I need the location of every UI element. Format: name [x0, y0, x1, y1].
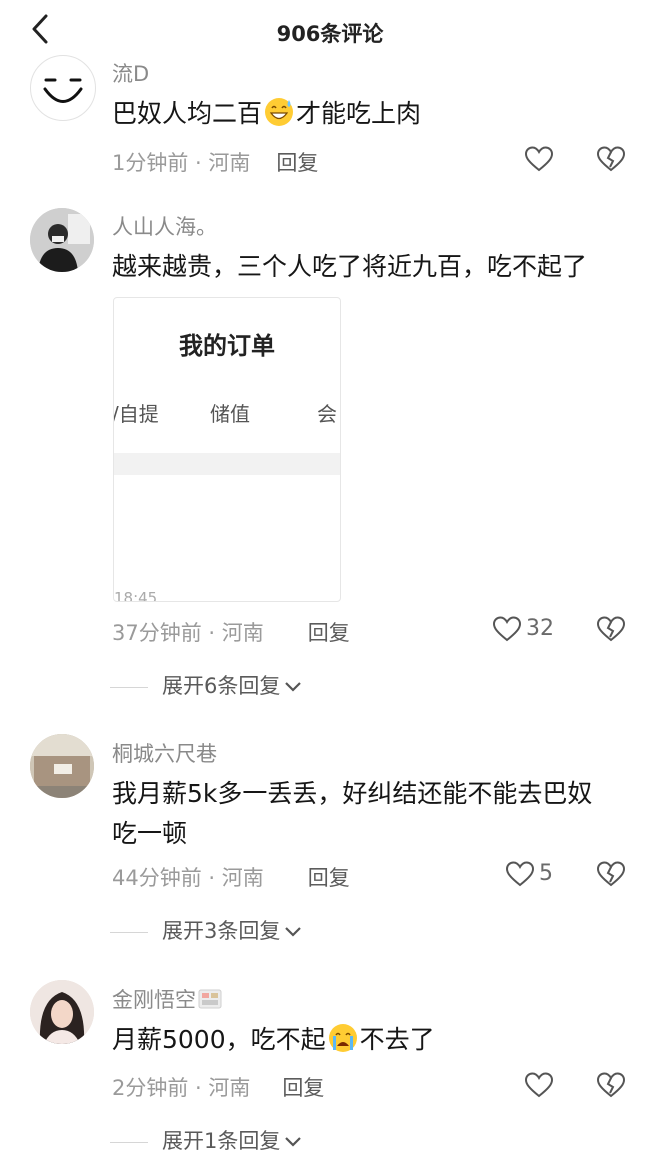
chevron-down-icon: [285, 682, 302, 692]
timestamp-location: 37分钟前 · 河南: [112, 621, 264, 645]
image-divider-band: [114, 453, 340, 475]
image-time: 18:45: [114, 589, 158, 602]
expand-replies-label: 展开1条回复: [162, 1129, 281, 1153]
top-bar: 906条评论: [0, 0, 660, 60]
avatar[interactable]: [30, 55, 96, 121]
username-text: 金刚悟空: [112, 988, 196, 1012]
comment-text-part: 才能吃上肉: [296, 99, 422, 128]
comment-text-part: 巴奴人均二百: [112, 99, 263, 128]
username[interactable]: 桐城六尺巷: [112, 738, 217, 768]
timestamp-location: 1分钟前 · 河南: [112, 151, 251, 175]
username[interactable]: 金刚悟空: [112, 984, 222, 1014]
timestamp-location: 44分钟前 · 河南: [112, 866, 264, 890]
username[interactable]: 人山人海。: [112, 211, 217, 241]
comment-meta: 37分钟前 · 河南 回复: [112, 617, 350, 647]
like-button[interactable]: 5: [506, 859, 596, 893]
like-button[interactable]: 32: [493, 614, 583, 648]
dislike-broken-heart-icon[interactable]: [597, 1072, 625, 1098]
comment-text-part: 月薪5000，吃不起: [112, 1025, 326, 1054]
chevron-down-icon: [285, 927, 302, 937]
heart-icon: [506, 861, 534, 887]
image-order-title: 我的订单: [179, 332, 275, 360]
comment-meta: 2分钟前 · 河南 回复: [112, 1072, 324, 1102]
image-tab: 会: [317, 402, 337, 426]
dislike-broken-heart-icon[interactable]: [597, 861, 625, 887]
comment-image[interactable]: 我的订单 /自提 储值 会 18:45: [113, 297, 341, 602]
grinning-sweat-emoji-icon: [265, 98, 294, 126]
heart-icon: [493, 616, 521, 642]
comment-meta: 44分钟前 · 河南 回复: [112, 862, 350, 892]
crying-emoji-icon: [328, 1024, 357, 1052]
avatar[interactable]: [30, 980, 94, 1044]
reply-button[interactable]: 回复: [308, 866, 350, 890]
comment-text: 越来越贵，三个人吃了将近九百，吃不起了: [112, 252, 588, 281]
comment-text-part: 不去了: [359, 1025, 435, 1054]
username[interactable]: 流D: [112, 58, 149, 88]
image-tab: 储值: [210, 402, 250, 426]
timestamp-location: 2分钟前 · 河南: [112, 1076, 251, 1100]
divider-line: [110, 1141, 148, 1143]
comment-text: 我月薪5k多一丢丢，好纠结还能不能去巴奴吃一顿: [112, 779, 593, 848]
image-tab: /自提: [113, 402, 159, 426]
divider-line: [110, 686, 148, 688]
chevron-down-icon: [285, 1137, 302, 1147]
like-count: 32: [526, 616, 554, 641]
comment-text: 月薪5000，吃不起 不去了: [112, 1020, 637, 1060]
expand-replies-label: 展开6条回复: [162, 674, 281, 698]
heart-icon: [525, 146, 553, 172]
comment-text: 巴奴人均二百 才能吃上肉: [112, 94, 637, 134]
dislike-broken-heart-icon[interactable]: [597, 146, 625, 172]
expand-replies-label: 展开3条回复: [162, 919, 281, 943]
avatar[interactable]: [30, 734, 94, 798]
divider-line: [110, 931, 148, 933]
reply-button[interactable]: 回复: [282, 1076, 324, 1100]
comment-meta: 1分钟前 · 河南 回复: [112, 147, 318, 177]
heart-icon: [525, 1072, 553, 1098]
expand-replies-button[interactable]: 展开3条回复: [110, 915, 302, 945]
avatar[interactable]: [30, 208, 94, 272]
reply-button[interactable]: 回复: [276, 151, 318, 175]
reply-button[interactable]: 回复: [308, 621, 350, 645]
dislike-broken-heart-icon[interactable]: [597, 616, 625, 642]
like-count: 5: [539, 861, 553, 886]
comment-count-title: 906条评论: [276, 22, 384, 46]
expand-replies-button[interactable]: 展开1条回复: [110, 1125, 302, 1155]
expand-replies-button[interactable]: 展开6条回复: [110, 670, 302, 700]
badge-icon: [198, 989, 222, 1009]
